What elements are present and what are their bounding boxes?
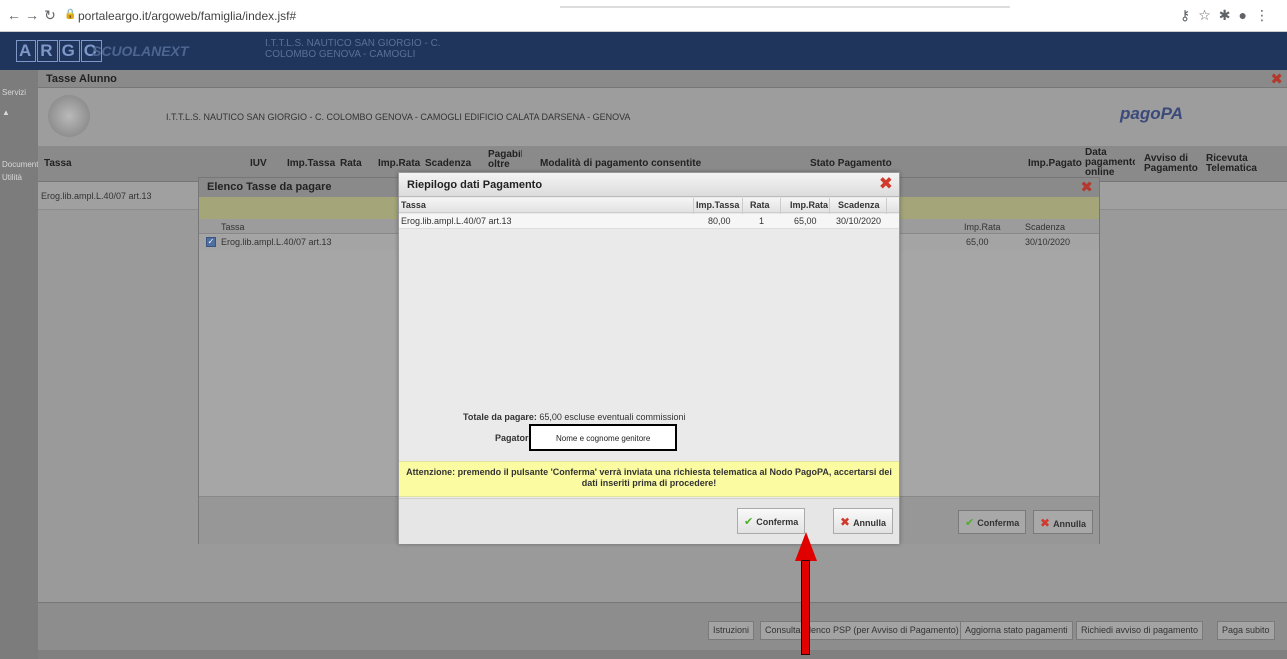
republic-emblem-icon (48, 95, 90, 137)
extension-icon[interactable]: ✱ (1219, 7, 1239, 23)
window-close-icon[interactable]: ✖ (1270, 70, 1283, 88)
riep-col-scadenza[interactable]: Scadenza (838, 200, 880, 210)
left-menu: Servizi ▲ Documenti Utilità (0, 70, 40, 659)
col-avviso[interactable]: Avviso di Pagamento (1144, 154, 1199, 174)
product-name: SCUOLANEXT (92, 43, 189, 59)
left-menu-item[interactable]: Utilità (2, 173, 22, 182)
check-icon: ✔ (744, 516, 754, 528)
elenco-col-tassa[interactable]: Tassa (221, 222, 245, 232)
elenco-close-icon[interactable]: ✖ (1080, 178, 1093, 196)
istruzioni-button[interactable]: Istruzioni (708, 621, 755, 640)
annotation-arrow-head-icon (795, 532, 817, 561)
address-bar[interactable]: portaleargo.it/argoweb/famiglia/index.js… (78, 9, 296, 23)
elenco-col-imp-rata[interactable]: Imp.Rata (964, 222, 1001, 232)
col-iuv[interactable]: IUV (250, 159, 267, 169)
aggiorna-stato-button[interactable]: Aggiorna stato pagamenti (960, 621, 1073, 640)
key-icon[interactable]: ⚷ (1180, 7, 1198, 23)
richiedi-avviso-button[interactable]: Richiedi avviso di pagamento (1076, 621, 1204, 640)
col-imp-tassa[interactable]: Imp.Tassa (287, 159, 335, 169)
menu-icon[interactable]: ⋮ (1255, 7, 1277, 23)
row-tassa: Erog.lib.ampl.L.40/07 art.13 (41, 191, 152, 201)
elenco-row-scadenza: 30/10/2020 (1025, 237, 1071, 247)
riepilogo-dialog: Riepilogo dati Pagamento ✖ Tassa Imp.Tas… (398, 172, 900, 544)
check-icon: ✔ (965, 517, 975, 529)
cancel-icon: ✖ (840, 515, 851, 529)
window-title: Tasse Alunno (46, 73, 117, 85)
star-icon[interactable]: ☆ (1198, 7, 1219, 23)
riep-col-rata[interactable]: Rata (750, 200, 770, 210)
riepilogo-footer: ✔ Conferma ✖ Annulla (399, 498, 899, 544)
elenco-title: Elenco Tasse da pagare (207, 181, 332, 193)
riep-row-imp-tassa: 80,00 (708, 216, 731, 226)
school-header: I.T.T.L.S. NAUTICO SAN GIORGIO - C. COLO… (265, 38, 441, 60)
pagopa-logo: pagoPA (1120, 104, 1183, 123)
conferma-button[interactable]: ✔ Conferma (737, 508, 806, 534)
pagatore-field[interactable]: Nome e cognome genitore (529, 424, 677, 451)
row-checkbox[interactable]: ✓ (206, 237, 216, 247)
riep-row-imp-rata: 65,00 (794, 216, 817, 226)
riep-row-scadenza: 30/10/2020 (836, 216, 882, 226)
app-header: ARGO SCUOLANEXT I.T.T.L.S. NAUTICO SAN G… (0, 32, 1287, 70)
riep-col-tassa[interactable]: Tassa (401, 200, 426, 210)
profile-icon[interactable]: ● (1239, 7, 1255, 23)
warning-text: Attenzione: premendo il pulsante 'Confer… (406, 467, 892, 488)
left-menu-item[interactable]: Documenti (2, 160, 40, 169)
col-stato[interactable]: Stato Pagamento (810, 159, 892, 169)
col-imp-pagato[interactable]: Imp.Pagato (1028, 159, 1082, 169)
riep-row-rata: 1 (759, 216, 765, 226)
argo-logo: ARGO (16, 40, 103, 62)
warning-banner: Attenzione: premendo il pulsante 'Confer… (399, 461, 899, 497)
left-menu-icon[interactable]: ▲ (2, 108, 10, 117)
totale-da-pagare: Totale da pagare: 65,00 escluse eventual… (463, 412, 686, 422)
elenco-row-imp-rata: 65,00 (966, 237, 989, 247)
col-ricevuta[interactable]: Ricevuta Telematica (1206, 154, 1261, 174)
table-row[interactable]: Erog.lib.ampl.L.40/07 art.13 80,00 1 65,… (399, 214, 899, 229)
riep-row-tassa: Erog.lib.ampl.L.40/07 art.13 (401, 216, 512, 226)
col-scadenza[interactable]: Scadenza (425, 159, 471, 169)
riepilogo-table-header: Tassa Imp.Tassa Rata Imp.Rata Scadenza (399, 198, 899, 213)
browser-actions[interactable]: ⚷☆✱●⋮ (1180, 7, 1277, 24)
riep-col-imp-tassa[interactable]: Imp.Tassa (696, 200, 739, 210)
forward-icon[interactable]: → (24, 7, 40, 23)
col-tassa[interactable]: Tassa (44, 159, 72, 169)
paga-subito-button[interactable]: Paga subito (1217, 621, 1275, 640)
school-name: I.T.T.L.S. NAUTICO SAN GIORGIO - C. COLO… (166, 112, 631, 122)
reload-icon[interactable]: ↻ (42, 7, 58, 23)
cancel-icon: ✖ (1040, 516, 1051, 530)
elenco-confirm-button[interactable]: ✔ Conferma (958, 510, 1027, 534)
annulla-button[interactable]: ✖ Annulla (833, 508, 894, 534)
riepilogo-close-icon[interactable]: ✖ (879, 174, 893, 194)
left-menu-item[interactable]: Servizi (2, 88, 26, 97)
riepilogo-titlebar: Riepilogo dati Pagamento ✖ (399, 173, 899, 197)
back-icon[interactable]: ← (6, 7, 22, 23)
col-modalita[interactable]: Modalità di pagamento consentite (540, 159, 701, 169)
col-imp-rata[interactable]: Imp.Rata (378, 159, 420, 169)
elenco-psp-button[interactable]: Consulta Elenco PSP (per Avviso di Pagam… (760, 621, 964, 640)
col-rata[interactable]: Rata (340, 159, 362, 169)
browser-toolbar: ← → ↻ 🔒 portaleargo.it/argoweb/famiglia/… (0, 0, 1287, 32)
tab-divider (560, 6, 1010, 8)
elenco-cancel-button[interactable]: ✖ Annulla (1033, 510, 1094, 534)
lock-icon[interactable]: 🔒 (64, 9, 76, 20)
window-button-bar: Istruzioni Consulta Elenco PSP (per Avvi… (38, 602, 1287, 650)
window-titlebar: Tasse Alunno ✖ (38, 70, 1287, 88)
riepilogo-title: Riepilogo dati Pagamento (407, 179, 543, 191)
elenco-row-tassa: Erog.lib.ampl.L.40/07 art.13 (221, 237, 332, 247)
riep-col-imp-rata[interactable]: Imp.Rata (790, 200, 828, 210)
annotation-arrow-icon (801, 560, 810, 655)
elenco-col-scadenza[interactable]: Scadenza (1025, 222, 1065, 232)
school-banner: I.T.T.L.S. NAUTICO SAN GIORGIO - C. COLO… (38, 88, 1287, 146)
